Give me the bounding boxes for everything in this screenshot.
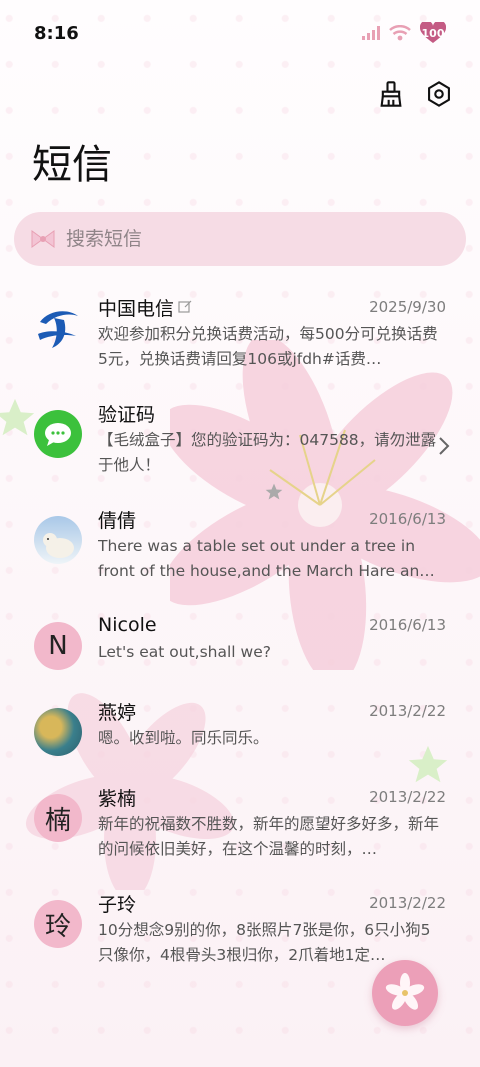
list-item[interactable]: 验证码 【毛绒盒子】您的验证码为：047588，请勿泄露于他人！ <box>0 394 480 500</box>
sender-name: 中国电信 <box>98 294 192 321</box>
sender-name: 紫楠 <box>98 787 137 810</box>
landscape-photo <box>34 708 82 756</box>
sender-name: 燕婷 <box>98 701 137 724</box>
signal-icon <box>362 26 380 40</box>
sender-name: 子玲 <box>98 893 137 916</box>
edit-note-icon <box>178 300 192 313</box>
avatar: 玲 <box>34 900 82 948</box>
lily-icon <box>385 973 425 1010</box>
message-body: 紫楠 2013/2/22 新年的祝福数不胜数，新年的愿望好多好多，新年的问候依旧… <box>98 778 446 884</box>
message-preview: 嗯。收到啦。同乐同乐。 <box>98 729 269 747</box>
message-date: 2013/2/22 <box>369 788 446 806</box>
status-time: 8:16 <box>34 22 79 44</box>
list-item[interactable]: 楠 紫楠 2013/2/22 新年的祝福数不胜数，新年的愿望好多好多，新年的问候… <box>0 778 480 884</box>
message-body: 燕婷 2013/2/22 嗯。收到啦。同乐同乐。 <box>98 692 446 778</box>
message-body: 中国电信 2025/9/30 欢迎参加积分兑换话费活动，每500分可兑换话费5元… <box>98 288 446 394</box>
top-actions <box>0 66 480 122</box>
settings-hexagon-icon <box>428 81 450 107</box>
wifi-icon <box>389 25 411 41</box>
message-bubble-icon <box>34 410 82 458</box>
message-date: 2025/9/30 <box>369 298 446 316</box>
message-date: 2016/6/13 <box>369 510 446 528</box>
list-item[interactable]: N Nicole 2016/6/13 Let's eat out,shall w… <box>0 606 480 692</box>
bow-icon <box>31 230 55 248</box>
status-bar: 8:16 100 <box>0 0 480 66</box>
sender-name: 验证码 <box>98 403 156 426</box>
message-preview: 欢迎参加积分兑换话费活动，每500分可兑换话费5元，兑换话费请回复106或jfd… <box>98 325 438 368</box>
list-item[interactable]: 中国电信 2025/9/30 欢迎参加积分兑换话费活动，每500分可兑换话费5元… <box>0 288 480 394</box>
sender-name: 倩倩 <box>98 509 137 532</box>
avatar: N <box>34 622 82 670</box>
message-preview: 新年的祝福数不胜数，新年的愿望好多好多，新年的问候依旧美好，在这个温馨的时刻，… <box>98 815 440 858</box>
battery-heart-icon: 100 <box>420 22 446 44</box>
clean-button[interactable] <box>376 79 406 109</box>
list-item[interactable]: 倩倩 2016/6/13 There was a table set out u… <box>0 500 480 606</box>
status-icons: 100 <box>362 22 446 44</box>
message-preview: There was a table set out under a tree i… <box>98 537 435 580</box>
message-preview: 10分想念9别的你，8张照片7张是你，6只小狗5只像你，4根骨头3根归你，2爪着… <box>98 921 431 964</box>
search-input[interactable] <box>66 228 426 250</box>
compose-button[interactable] <box>372 960 438 1026</box>
battery-level: 100 <box>421 26 445 40</box>
list-item[interactable]: 燕婷 2013/2/22 嗯。收到啦。同乐同乐。 <box>0 692 480 778</box>
message-date: 2013/2/22 <box>369 894 446 912</box>
message-preview: Let's eat out,shall we? <box>98 643 271 661</box>
broom-icon <box>380 81 402 107</box>
message-body: 验证码 【毛绒盒子】您的验证码为：047588，请勿泄露于他人！ <box>98 394 446 500</box>
china-telecom-logo <box>34 304 82 352</box>
avatar: 楠 <box>34 794 82 842</box>
message-preview: 【毛绒盒子】您的验证码为：047588，请勿泄露于他人！ <box>98 431 437 474</box>
polar-bear-photo <box>34 516 82 564</box>
sender-name: Nicole <box>98 614 157 636</box>
message-date: 2016/6/13 <box>369 616 446 634</box>
chevron-right-icon[interactable] <box>438 436 450 456</box>
message-body: Nicole 2016/6/13 Let's eat out,shall we? <box>98 606 446 692</box>
search-bar[interactable] <box>14 212 466 266</box>
message-body: 倩倩 2016/6/13 There was a table set out u… <box>98 500 446 606</box>
message-list: 中国电信 2025/9/30 欢迎参加积分兑换话费活动，每500分可兑换话费5元… <box>0 288 480 990</box>
page-title: 短信 <box>32 142 112 188</box>
message-date: 2013/2/22 <box>369 702 446 720</box>
settings-button[interactable] <box>424 79 454 109</box>
